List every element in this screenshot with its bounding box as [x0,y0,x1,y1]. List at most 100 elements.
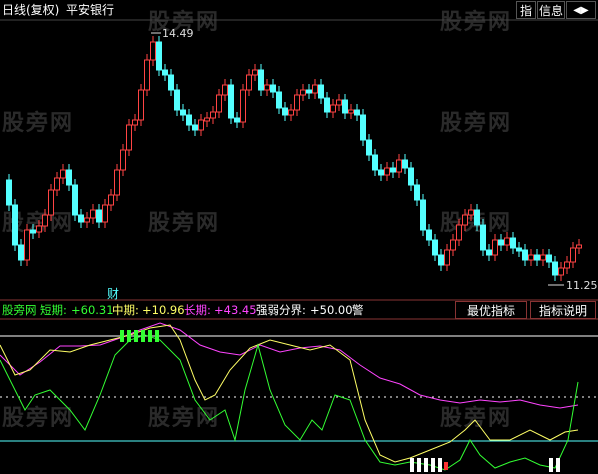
candle-body [150,41,156,61]
candle-body [90,209,96,219]
candle-body [162,69,168,76]
candle-body [30,229,36,234]
candle-body [360,114,366,141]
signal-bar [148,330,152,342]
candle-body [498,239,504,246]
financial-report-marker[interactable]: 财 [107,285,119,302]
candle-body [24,229,30,261]
candle-body [540,254,546,261]
short-term-line [0,334,579,471]
short-term-label: 短期: [40,303,67,317]
candle-body [168,74,174,91]
candle-body [564,261,570,269]
candle-body [222,84,228,96]
low-price-label: 11.25 [566,279,598,292]
candle-body [264,84,270,91]
candle-body [372,154,378,171]
candle-body [294,94,300,111]
candle-body [282,107,288,116]
candle-body [576,244,582,249]
high-price-label: 14.49 [162,27,194,40]
candle-body [42,214,48,227]
candle-body [306,89,312,94]
candle-body [378,169,384,176]
candle-body [78,214,84,223]
candle-body [48,189,54,216]
candle-body [234,117,240,123]
candle-body [534,254,540,261]
candle-body [288,109,294,116]
candle-body [240,89,246,123]
signal-bar [431,458,435,472]
candle-body [192,124,198,131]
candle-body [60,169,66,179]
candle-body [174,89,180,111]
candle-body [210,111,216,119]
candle-body [420,199,426,231]
signal-bar [438,458,442,472]
signal-bar [120,330,124,342]
candle-body [126,124,132,151]
candle-body [204,117,210,122]
indicator-explain-button[interactable]: 指标说明 [530,301,596,319]
candle-body [54,177,60,191]
candle-body [384,167,390,176]
candle-body [138,89,144,121]
candle-body [432,239,438,256]
candle-body [258,69,264,91]
indicator-name: 股旁网 [2,303,37,317]
mid-term-value: +10.96 [142,303,185,317]
signal-bar [556,458,560,472]
candle-body [324,97,330,113]
candle-body [156,41,162,71]
candle-body [558,267,564,276]
candle-body [102,204,108,223]
signal-bar [417,458,421,472]
candle-body [492,239,498,256]
candle-body [186,114,192,126]
candle-body [408,167,414,186]
candle-body [36,225,42,233]
candle-body [528,254,534,261]
candle-body [198,119,204,131]
best-indicator-button[interactable]: 最优指标 [455,301,527,319]
candle-body [246,74,252,91]
candle-body [450,239,456,251]
candle-body [426,229,432,241]
candle-body [96,209,102,223]
candle-body [516,247,522,252]
mid-term-label: 中期: [112,303,139,317]
candle-body [276,91,282,109]
candle-body [108,194,114,206]
short-term-value: +60.31 [71,303,114,317]
candle-body [366,139,372,156]
candle-body [414,184,420,201]
candle-body [504,237,510,246]
candle-body [132,119,138,126]
candle-body [348,109,354,114]
candle-body [300,89,306,96]
candle-body [570,247,576,263]
chart-canvas[interactable] [0,0,598,474]
candle-body [120,149,126,171]
signal-bar [134,330,138,342]
candle-body [522,249,528,261]
candle-body [144,59,150,91]
candle-body [474,209,480,226]
signal-bar [444,462,448,470]
alert-label: 警 [352,303,364,317]
candle-body [12,204,18,246]
signal-bar [424,458,428,472]
candle-body [252,69,258,76]
candle-body [312,84,318,94]
candle-body [402,159,408,169]
candle-body [510,237,516,249]
signal-bar [155,330,159,342]
candle-body [546,254,552,263]
candle-body [342,99,348,114]
signal-bar [549,458,553,472]
threshold-label: 强弱分界: [256,303,306,317]
candle-body [336,99,342,106]
candle-body [456,224,462,241]
candle-body [72,184,78,216]
